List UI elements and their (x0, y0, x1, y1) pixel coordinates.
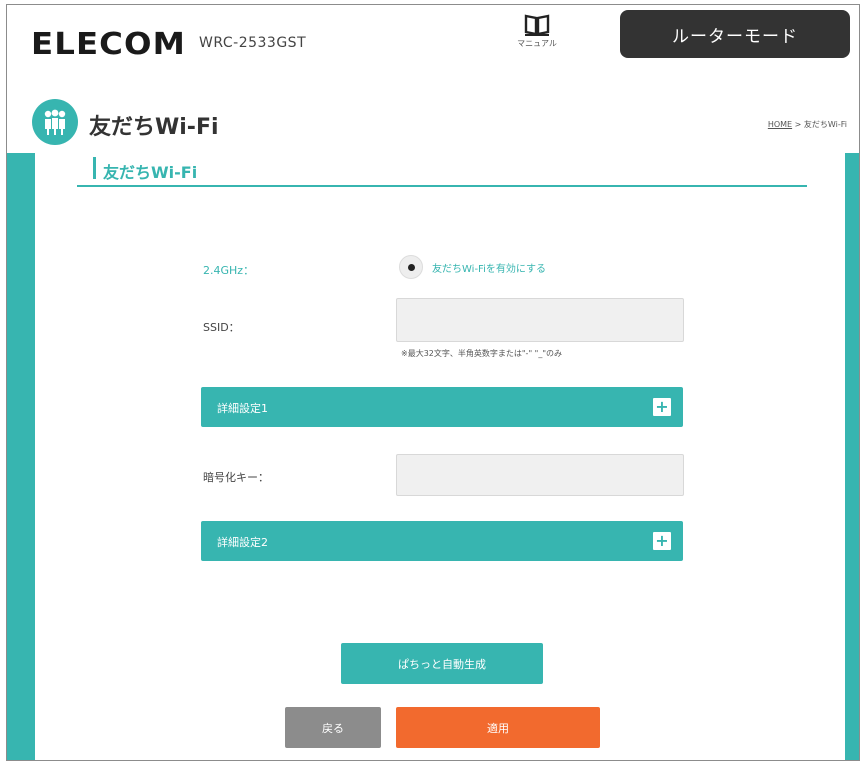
advanced-settings-1-label: 詳細設定1 (217, 402, 268, 415)
book-icon (524, 14, 550, 36)
page-title: 友だちWi-Fi (89, 115, 219, 140)
ssid-label: SSID： (203, 321, 240, 334)
apply-button[interactable]: 適用 (396, 707, 600, 748)
friends-wifi-title-icon (32, 99, 78, 145)
enable-friends-wifi-radio[interactable] (399, 255, 423, 279)
elecom-logo[interactable]: ELECOM (31, 27, 186, 62)
mode-indicator: ルーターモード (620, 10, 850, 58)
left-accent-bar (7, 153, 35, 760)
encryption-key-input[interactable] (396, 454, 684, 496)
section-divider (77, 185, 807, 187)
expand-plus-icon: + (653, 532, 671, 550)
section-marker (93, 157, 96, 179)
back-button[interactable]: 戻る (285, 707, 381, 748)
section-title: 友だちWi-Fi (103, 163, 198, 182)
ssid-input[interactable] (396, 298, 684, 342)
manual-link[interactable]: マニュアル (512, 13, 562, 49)
manual-label: マニュアル (517, 39, 557, 48)
breadcrumb: HOME > 友だちWi-Fi (768, 119, 847, 130)
model-name: WRC-2533GST (199, 35, 307, 51)
ssid-hint: ※最大32文字、半角英数字または"-" "_"のみ (401, 349, 563, 358)
people-icon (44, 109, 66, 135)
encryption-key-label: 暗号化キー： (203, 471, 269, 484)
band-label: 2.4GHz： (203, 264, 255, 277)
radio-selected-dot (407, 263, 415, 271)
right-accent-bar (845, 153, 859, 760)
expand-plus-icon: + (653, 398, 671, 416)
enable-friends-wifi-label[interactable]: 友だちWi-Fiを有効にする (432, 260, 546, 275)
advanced-settings-2-toggle[interactable]: 詳細設定2 + (201, 521, 683, 561)
breadcrumb-home-link[interactable]: HOME (768, 120, 792, 129)
advanced-settings-1-toggle[interactable]: 詳細設定1 + (201, 387, 683, 427)
advanced-settings-2-label: 詳細設定2 (217, 536, 268, 549)
header: ELECOM WRC-2533GST マニュアル ルーターモード (7, 5, 859, 67)
router-settings-page: ELECOM WRC-2533GST マニュアル ルーターモード 友だちWi-F… (6, 4, 860, 761)
auto-generate-button[interactable]: ぱちっと自動生成 (341, 643, 543, 684)
breadcrumb-current: 友だちWi-Fi (803, 120, 847, 129)
breadcrumb-separator: > (792, 120, 804, 129)
